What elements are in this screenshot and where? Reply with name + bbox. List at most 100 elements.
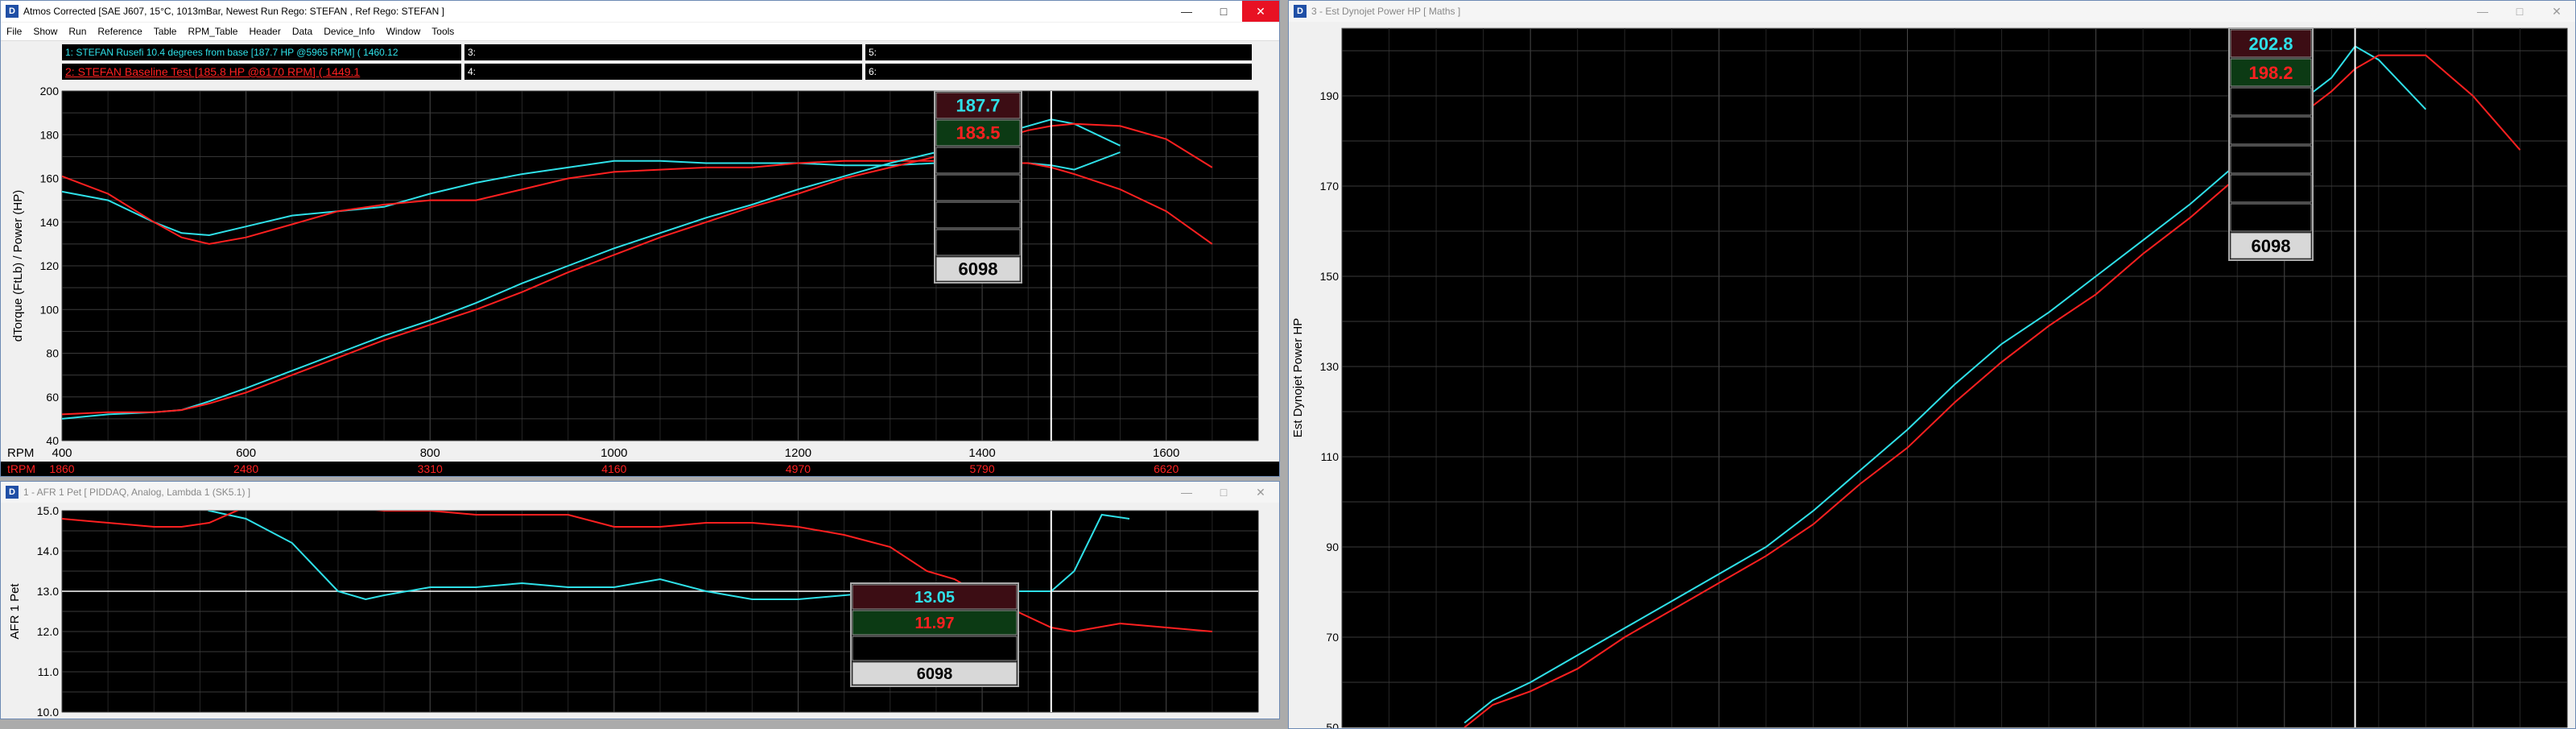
x-tick-label: 1400 [968,446,995,460]
y-axis-label: Est Dynojet Power HP [1291,318,1305,437]
y-tick-label: 130 [1320,360,1340,373]
readout-value-run-1: 202.8 [2248,34,2293,54]
y-tick-label: 10.0 [37,706,59,719]
cursor-readout: 187.7 183.5 6098 [934,90,1022,284]
trpm-tick-label: 2480 [233,462,258,475]
afr-chart[interactable]: 10.0 11.0 12.0 13.0 14.0 15.0 AFR 1 Pet 13.05 11… [1,504,1279,719]
power-titlebar[interactable]: D 3 - Est Dynojet Power HP [ Maths ] — □… [1289,1,2575,22]
menu-data[interactable]: Data [287,26,318,37]
trpm-tick-label: 3310 [418,462,443,475]
trpm-tick-label: 5790 [969,462,994,475]
menu-table[interactable]: Table [148,26,183,37]
y-tick-label: 60 [46,391,59,404]
readout-row [2230,203,2312,232]
menu-reference[interactable]: Reference [92,26,147,37]
y-tick-label: 40 [46,434,59,447]
readout-value-run-2: 183.5 [956,123,1000,143]
y-axis-label: dTorque (FtLb) / Power (HP) [11,190,25,342]
y-tick-label: 160 [40,172,60,185]
trpm-tick-label: 6620 [1154,462,1179,475]
legend-run-2[interactable]: 2: STEFAN Baseline Test [185.8 HP @6170 … [62,64,461,80]
trpm-tick-label: 1860 [49,462,74,475]
close-button[interactable]: ✕ [1242,482,1279,503]
readout-rpm-value: 6098 [959,259,998,279]
y-tick-label: 170 [1320,180,1340,193]
readout-row [852,636,1018,661]
legend-slot-6[interactable]: 6: [865,64,1252,80]
afr-window-title: 1 - AFR 1 Pet [ PIDDAQ, Analog, Lambda 1… [23,487,251,498]
y-tick-label: 100 [40,303,60,316]
y-tick-label: 14.0 [37,545,59,557]
main-window: D Atmos Corrected [SAE J607, 15°C, 1013m… [0,0,1280,477]
x-tick-label: 400 [52,446,72,460]
trpm-bar: tRPM 1860 2480 3310 4160 4970 5790 6620 [1,462,1279,476]
x-tick-label: 600 [236,446,256,460]
y-tick-label: 120 [40,259,60,272]
app-icon: D [6,486,19,499]
legend-slot-4[interactable]: 4: [464,64,862,80]
power-window: D 3 - Est Dynojet Power HP [ Maths ] — □… [1288,0,2576,729]
trpm-tick-label: 4160 [601,462,626,475]
y-tick-label: 80 [46,347,59,360]
menu-run[interactable]: Run [63,26,92,37]
readout-row [2230,174,2312,203]
y-axis-label: AFR 1 Pet [8,583,22,640]
cursor-readout: 202.8 198.2 6098 [2228,27,2314,261]
menu-header[interactable]: Header [243,26,286,37]
torque-power-chart[interactable]: 40 60 80 100 120 140 160 180 200 400 600 800 1000 120… [1,85,1279,462]
menu-show[interactable]: Show [27,26,63,37]
minimize-button[interactable]: — [1168,1,1205,22]
x-tick-label: 1600 [1153,446,1179,460]
close-button[interactable]: ✕ [1242,1,1279,22]
legend-slot-5[interactable]: 5: [865,44,1252,60]
y-tick-label: 90 [1326,541,1339,553]
y-tick-label: 15.0 [37,504,59,517]
legend-slot-3[interactable]: 3: [464,44,862,60]
readout-value-run-1: 187.7 [956,96,1000,116]
y-tick-label: 50 [1326,721,1339,728]
main-titlebar[interactable]: D Atmos Corrected [SAE J607, 15°C, 1013m… [1,1,1279,22]
trpm-tick-label: 4970 [786,462,811,475]
trpm-label: tRPM [7,462,35,475]
trpm-axis: tRPM 1860 2480 3310 4160 4970 5790 6620 [1,462,1279,476]
y-tick-label: 200 [40,85,60,97]
readout-rpm-value: 6098 [2252,236,2291,256]
app-icon: D [1294,5,1307,18]
cursor-readout: 13.05 11.97 6098 [850,582,1019,687]
y-tick-label: 70 [1326,631,1339,644]
y-tick-label: 13.0 [37,585,59,598]
maximize-button[interactable]: □ [2501,1,2538,22]
app-icon: D [6,5,19,18]
minimize-button[interactable]: — [1168,482,1205,503]
y-tick-label: 140 [40,216,60,229]
menu-file[interactable]: File [1,26,27,37]
readout-row [935,229,1021,256]
afr-titlebar[interactable]: D 1 - AFR 1 Pet [ PIDDAQ, Analog, Lambda… [1,482,1279,503]
readout-row [935,147,1021,174]
menu-device-info[interactable]: Device_Info [318,26,380,37]
power-chart[interactable]: 50 70 90 110 130 150 170 190 Est Dynojet Power H… [1289,23,2575,728]
y-tick-label: 110 [1321,450,1340,463]
menu-bar: File Show Run Reference Table RPM_Table … [1,23,1279,41]
minimize-button[interactable]: — [2464,1,2501,22]
legend-run-1[interactable]: 1: STEFAN Rusefi 10.4 degrees from base … [62,44,461,60]
y-tick-label: 150 [1320,270,1340,283]
close-button[interactable]: ✕ [2538,1,2575,22]
y-tick-label: 190 [1320,89,1340,102]
maximize-button[interactable]: □ [1205,482,1242,503]
readout-value-run-1: 13.05 [914,589,955,607]
maximize-button[interactable]: □ [1205,1,1242,22]
readout-row [2230,145,2312,174]
menu-window[interactable]: Window [381,26,427,37]
readout-row [935,201,1021,229]
x-tick-label: 800 [420,446,440,460]
menu-rpm-table[interactable]: RPM_Table [182,26,243,37]
x-tick-label: 1000 [601,446,627,460]
menu-tools[interactable]: Tools [426,26,460,37]
trpm-bg [1,462,1279,476]
afr-window: D 1 - AFR 1 Pet [ PIDDAQ, Analog, Lambda… [0,481,1280,719]
readout-value-run-2: 198.2 [2248,63,2293,83]
readout-value-run-2: 11.97 [915,615,955,632]
y-tick-label: 180 [40,128,60,141]
power-window-title: 3 - Est Dynojet Power HP [ Maths ] [1311,6,1461,17]
